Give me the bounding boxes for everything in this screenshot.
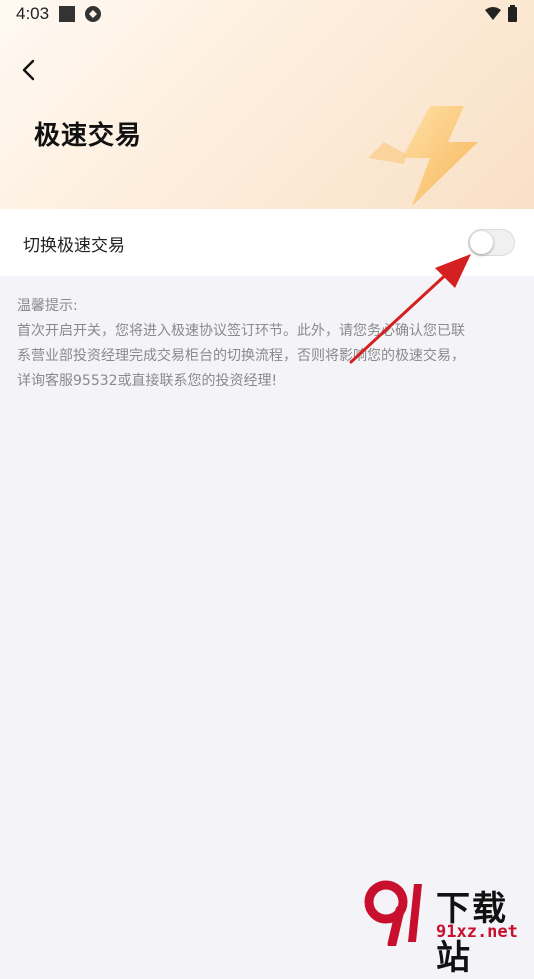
setting-label: 切换极速交易 <box>23 236 125 256</box>
watermark-logo-icon <box>364 880 422 946</box>
status-time: 4:03 <box>16 4 50 23</box>
fast-trade-toggle[interactable] <box>468 229 515 256</box>
wifi-battery-icon <box>485 5 517 22</box>
status-bar: 4:03 <box>0 0 534 28</box>
notification-icon <box>59 6 75 22</box>
watermark: 下载站 91xz.net <box>364 880 530 978</box>
app-notification-icon <box>85 6 101 22</box>
lightning-icon <box>368 106 478 206</box>
annotation-arrow-icon <box>349 254 471 364</box>
back-icon[interactable] <box>16 57 42 83</box>
header-banner: 4:03 极速交易 <box>0 0 534 209</box>
tip-line: 详询客服95532或直接联系您的投资经理! <box>17 373 278 389</box>
watermark-domain: 91xz.net <box>436 922 518 942</box>
page-title: 极速交易 <box>31 115 143 152</box>
